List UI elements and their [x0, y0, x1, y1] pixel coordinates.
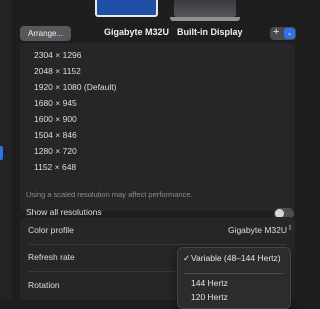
add-display-button[interactable]: + ⌄	[270, 26, 296, 40]
resolution-option[interactable]: 1920 × 1080 (Default)	[34, 79, 116, 95]
resolution-option[interactable]: 2048 × 1152	[34, 63, 116, 79]
show-all-resolutions-label: Show all resolutions	[26, 207, 102, 217]
resolution-option[interactable]: 1504 × 846	[34, 127, 116, 143]
refresh-option-label: 144 Hertz	[191, 278, 228, 288]
sidebar-selection-indicator	[0, 146, 3, 160]
color-profile-row[interactable]: Color profile Gigabyte M32U ⇕	[20, 217, 295, 245]
resolution-list: 2304 × 1296 2048 × 1152 1920 × 1080 (Def…	[34, 47, 116, 175]
up-down-arrows-icon: ⇕	[287, 225, 293, 232]
color-profile-value[interactable]: Gigabyte M32U	[228, 225, 287, 235]
rotation-label: Rotation	[28, 280, 60, 290]
refresh-option-label: Variable (48–144 Hertz)	[191, 253, 281, 263]
menu-divider	[184, 273, 284, 274]
resolution-option[interactable]: 1280 × 720	[34, 143, 116, 159]
checkmark-icon: ✓	[183, 253, 191, 263]
resolution-option[interactable]: 2304 × 1296	[34, 47, 116, 63]
refresh-rate-label: Refresh rate	[28, 252, 75, 262]
plus-icon: +	[273, 26, 280, 38]
display-tab-built-in[interactable]: Built-in Display	[177, 27, 243, 37]
resolution-option[interactable]: 1680 × 945	[34, 95, 116, 111]
resolution-panel: 2304 × 1296 2048 × 1152 1920 × 1080 (Def…	[20, 43, 295, 219]
scaled-resolution-hint: Using a scaled resolution may affect per…	[26, 190, 193, 199]
chevron-down-icon[interactable]: ⌄	[284, 28, 295, 39]
resolution-option[interactable]: 1152 × 648	[34, 159, 116, 175]
refresh-option-selected[interactable]: ✓ Variable (48–144 Hertz)	[178, 251, 290, 265]
built-in-display-thumbnail[interactable]	[174, 0, 236, 17]
laptop-base-icon	[170, 17, 240, 21]
arrange-button[interactable]: Arrange...	[20, 26, 72, 41]
color-profile-label: Color profile	[28, 225, 74, 235]
gigabyte-display-thumbnail[interactable]	[95, 0, 158, 17]
refresh-option-label: 120 Hertz	[191, 292, 228, 302]
display-tab-gigabyte[interactable]: Gigabyte M32U	[104, 27, 169, 37]
refresh-option[interactable]: 144 Hertz	[178, 276, 290, 290]
refresh-option[interactable]: 120 Hertz	[178, 290, 290, 304]
resolution-option[interactable]: 1600 × 900	[34, 111, 116, 127]
